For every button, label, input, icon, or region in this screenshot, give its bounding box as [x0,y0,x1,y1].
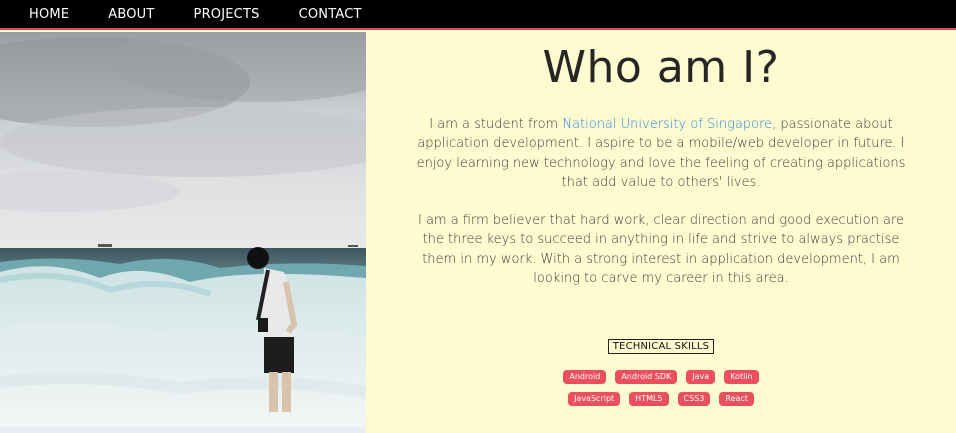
university-link[interactable]: National University of Singapore [562,117,772,132]
about-paragraph-2: I am a firm believer that hard work, cle… [417,213,905,287]
about-paragraph-1: I am a student from National University … [416,115,906,192]
skills-row-1: Android Android SDK Java Kotlin [366,370,956,385]
about-section: Who am I? I am a student from National U… [366,32,956,433]
para1-text-before: I am a student from [429,117,563,132]
nav-home-link[interactable]: HOME [29,7,69,22]
skills-title-wrap: TECHNICAL SKILLS [366,288,956,355]
skills-row-2: JavaScript HTML5 CSS3 React [366,392,956,407]
skill-badge: Android [563,370,607,385]
skill-badge: Java [686,370,716,385]
skill-badge: CSS3 [677,392,711,407]
page-title: Who am I? [542,42,780,93]
nav-contact-link[interactable]: CONTACT [299,7,362,22]
profile-photo [0,32,366,433]
skills-title: TECHNICAL SKILLS [607,339,715,355]
skill-badge: JavaScript [568,392,621,407]
skill-badge: Android SDK [615,370,678,385]
navbar: HOME ABOUT PROJECTS CONTACT [0,0,956,30]
nav-about-link[interactable]: ABOUT [108,7,154,22]
skill-badge: HTML5 [629,392,669,407]
skill-badge: Kotlin [724,370,759,385]
skill-badge: React [719,392,754,407]
nav-projects-link[interactable]: PROJECTS [194,7,260,22]
